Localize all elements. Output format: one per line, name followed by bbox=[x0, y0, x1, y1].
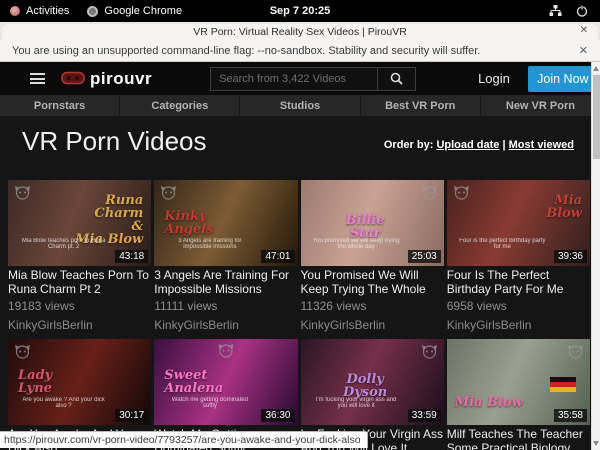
duration-badge: 30:17 bbox=[115, 409, 148, 422]
duration-badge: 36:30 bbox=[261, 409, 294, 422]
video-card[interactable]: Kinky Angels 3 Angels are training for i… bbox=[154, 180, 297, 332]
video-views: 6958 views bbox=[447, 299, 590, 313]
thumb-overlay-name: Kinky Angels bbox=[164, 210, 213, 236]
order-link-upload-date[interactable]: Upload date bbox=[436, 139, 499, 151]
thumb-caption: 3 Angels are training for impossible mis… bbox=[164, 238, 255, 250]
studio-logo-icon bbox=[453, 185, 470, 200]
chrome-infobar: You are using an unsupported command-lin… bbox=[0, 40, 600, 62]
video-views: 19183 views bbox=[8, 299, 151, 313]
thumb-overlay-name: Lady Lyne bbox=[18, 369, 52, 395]
thumb-caption: Four is the perfect birthday party for m… bbox=[457, 238, 548, 250]
studio-logo-icon bbox=[567, 344, 584, 359]
nav-item-categories[interactable]: Categories bbox=[120, 95, 240, 116]
duration-badge: 47:01 bbox=[261, 250, 294, 263]
thumb-caption: You promised we will keep trying the who… bbox=[311, 238, 402, 250]
video-thumbnail[interactable]: Lady Lyne Are you awake ? And your dick … bbox=[8, 339, 151, 425]
thumb-caption: Watch me getting dominated softly bbox=[164, 397, 255, 409]
video-studio[interactable]: KinkyGirlsBerlin bbox=[301, 318, 444, 332]
site-logo[interactable]: pirouvr bbox=[61, 69, 152, 89]
video-title[interactable]: 3 Angels Are Training For Impossible Mis… bbox=[154, 268, 297, 296]
scrollbar-down-icon[interactable] bbox=[593, 441, 599, 446]
studio-logo-icon bbox=[421, 185, 438, 200]
vr-headset-icon bbox=[61, 71, 85, 86]
studio-logo-icon bbox=[14, 185, 31, 200]
search-group bbox=[210, 67, 416, 91]
video-thumbnail[interactable]: Runa Charm & Mia Blow Mia Blow teaches p… bbox=[8, 180, 151, 266]
scrollbar-thumb[interactable] bbox=[593, 75, 600, 159]
duration-badge: 39:36 bbox=[554, 250, 587, 263]
video-thumbnail[interactable]: Dolly Dyson I'm fucking your virgin ass … bbox=[301, 339, 444, 425]
thumb-caption: Are you awake ? And your dick also ? bbox=[18, 397, 109, 409]
nav-item-best-vr-porn[interactable]: Best VR Porn bbox=[361, 95, 481, 116]
thumb-overlay-name: Mia Blow bbox=[546, 194, 582, 220]
order-link-most-viewed[interactable]: Most viewed bbox=[509, 139, 574, 151]
nav-item-new-vr-porn[interactable]: New VR Porn bbox=[481, 95, 600, 116]
login-link[interactable]: Login bbox=[478, 71, 510, 86]
studio-logo-icon bbox=[217, 343, 234, 358]
scrollbar-up-icon[interactable] bbox=[593, 66, 599, 71]
duration-badge: 43:18 bbox=[115, 250, 148, 263]
thumb-overlay-name: Mia Blow bbox=[455, 396, 523, 409]
duration-badge: 33:59 bbox=[408, 409, 441, 422]
thumb-overlay-name: Billie Star bbox=[301, 214, 430, 240]
video-card[interactable]: Mia Blow Four is the perfect birthday pa… bbox=[447, 180, 590, 332]
video-card[interactable]: Billie Star You promised we will keep tr… bbox=[301, 180, 444, 332]
order-by-label: Order by: bbox=[384, 139, 434, 151]
network-icon[interactable] bbox=[549, 5, 562, 17]
video-thumbnail[interactable]: Sweet Analena Watch me getting dominated… bbox=[154, 339, 297, 425]
studio-logo-icon bbox=[421, 344, 438, 359]
tab-title: VR Porn: Virtual Reality Sex Videos | Pi… bbox=[193, 26, 407, 38]
video-title[interactable]: Milf Teaches The Teacher Some Practical … bbox=[447, 427, 590, 450]
thumb-overlay-name: Sweet Analena bbox=[164, 369, 223, 395]
status-url-bubble: https://pirouvr.com/vr-porn-video/779325… bbox=[0, 431, 368, 448]
hamburger-menu-icon[interactable] bbox=[30, 71, 45, 87]
page-title: VR Porn Videos bbox=[22, 126, 207, 157]
page-scrollbar[interactable] bbox=[591, 62, 600, 450]
site-header: pirouvr Login Join Now bbox=[0, 62, 600, 95]
video-studio[interactable]: KinkyGirlsBerlin bbox=[447, 318, 590, 332]
page-title-row: VR Porn Videos Order by: Upload date | M… bbox=[0, 126, 584, 157]
video-thumbnail[interactable]: Mia Blow Four is the perfect birthday pa… bbox=[447, 180, 590, 266]
screen: Activities Google Chrome Sep 7 20:25 bbox=[0, 0, 600, 450]
nav-item-studios[interactable]: Studios bbox=[240, 95, 360, 116]
video-card[interactable]: Runa Charm & Mia Blow Mia Blow teaches p… bbox=[8, 180, 151, 332]
video-thumbnail[interactable]: Billie Star You promised we will keep tr… bbox=[301, 180, 444, 266]
video-studio[interactable]: KinkyGirlsBerlin bbox=[154, 318, 297, 332]
video-card[interactable]: Mia Blow 35:58 Milf Teaches The Teacher … bbox=[447, 339, 590, 450]
join-now-button[interactable]: Join Now bbox=[528, 66, 598, 92]
thumb-overlay-name: Dolly Dyson bbox=[301, 373, 430, 399]
power-icon[interactable] bbox=[576, 5, 588, 17]
thumb-caption: I'm fucking your virgin ass and you will… bbox=[311, 397, 402, 409]
video-title[interactable]: Mia Blow Teaches Porn To Runa Charm Pt 2 bbox=[8, 268, 151, 296]
system-top-bar: Activities Google Chrome Sep 7 20:25 bbox=[0, 0, 600, 22]
thumb-caption: Mia Blow teaches porn to Runa Charm pt. … bbox=[18, 238, 109, 250]
browser-tab-bar: VR Porn: Virtual Reality Sex Videos | Pi… bbox=[0, 22, 600, 40]
nav-item-pornstars[interactable]: Pornstars bbox=[0, 95, 120, 116]
video-studio[interactable]: KinkyGirlsBerlin bbox=[8, 318, 151, 332]
site-nav: Pornstars Categories Studios Best VR Por… bbox=[0, 95, 600, 116]
duration-badge: 25:03 bbox=[408, 250, 441, 263]
video-thumbnail[interactable]: Mia Blow 35:58 bbox=[447, 339, 590, 425]
duration-badge: 35:58 bbox=[554, 409, 587, 422]
tab-close-icon[interactable]: ✕ bbox=[580, 25, 588, 36]
video-title[interactable]: You Promised We Will Keep Trying The Who… bbox=[301, 268, 444, 296]
infobar-message: You are using an unsupported command-lin… bbox=[12, 45, 480, 57]
system-clock[interactable]: Sep 7 20:25 bbox=[0, 5, 600, 17]
german-flag-icon bbox=[550, 377, 576, 392]
search-button[interactable] bbox=[378, 67, 416, 91]
site-logo-text: pirouvr bbox=[90, 69, 152, 89]
search-input[interactable] bbox=[210, 67, 378, 91]
studio-logo-icon bbox=[14, 344, 31, 359]
search-icon bbox=[390, 72, 403, 85]
order-link-separator: | bbox=[502, 139, 505, 151]
video-views: 11111 views bbox=[154, 299, 297, 313]
video-title[interactable]: Four Is The Perfect Birthday Party For M… bbox=[447, 268, 590, 296]
video-views: 11326 views bbox=[301, 299, 444, 313]
studio-logo-icon bbox=[160, 185, 177, 200]
browser-tab[interactable]: VR Porn: Virtual Reality Sex Videos | Pi… bbox=[2, 24, 598, 40]
infobar-close-icon[interactable]: ✕ bbox=[579, 44, 588, 57]
video-grid: Runa Charm & Mia Blow Mia Blow teaches p… bbox=[8, 180, 590, 450]
video-thumbnail[interactable]: Kinky Angels 3 Angels are training for i… bbox=[154, 180, 297, 266]
order-by: Order by: Upload date | Most viewed bbox=[384, 139, 574, 157]
